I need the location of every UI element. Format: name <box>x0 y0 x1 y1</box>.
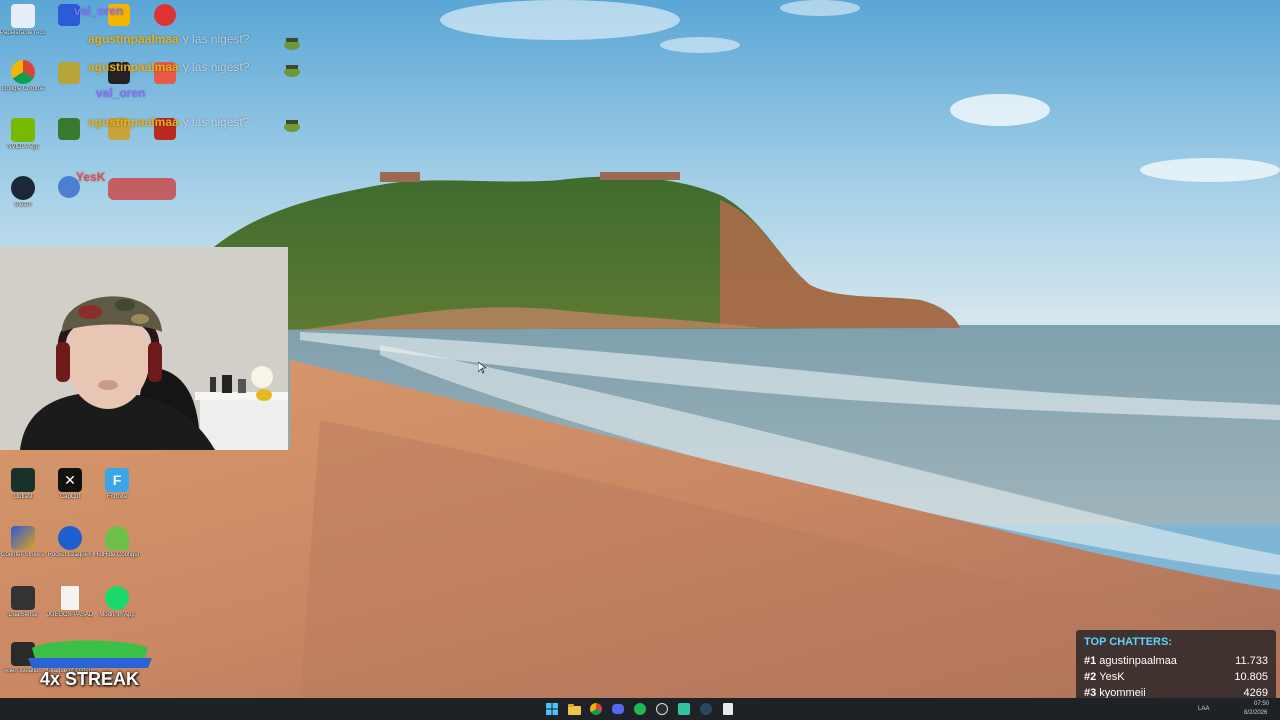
top-chatter-row: #1 agustinpaalmaa 11.733 <box>1084 655 1268 669</box>
chat-text: y las nigest? <box>182 60 250 74</box>
recycle-bin-icon <box>11 4 35 28</box>
chatter-name: agustinpaalmaa <box>1099 655 1177 667</box>
chatter-count: 11.733 <box>1235 655 1268 667</box>
fortnite-icon: F <box>105 468 129 492</box>
chat-floating-username: val_oren <box>96 86 146 100</box>
app-icon[interactable] <box>58 62 80 84</box>
chat-text: y las nigest? <box>182 32 250 46</box>
chat-username: agustinpaalmaa <box>88 32 179 46</box>
desktop-icon-outlast[interactable]: Outlast <box>0 468 46 501</box>
capcut-icon: ✕ <box>58 468 82 492</box>
discord-icon[interactable] <box>610 701 626 717</box>
tray-date[interactable]: 8/2/2026 <box>1244 710 1267 716</box>
file-explorer-icon[interactable] <box>566 701 582 717</box>
chat-message: agustinpaalmaa y las nigest? <box>88 115 249 129</box>
steam-icon <box>11 176 35 200</box>
desktop-icon-capcut[interactable]: ✕ CapCut <box>47 468 93 501</box>
desktop-icon-nvidia[interactable]: NVIDIA App <box>0 118 46 151</box>
app-icon[interactable] <box>154 4 176 26</box>
desktop-icon-steam[interactable]: Steam <box>0 176 46 209</box>
chat-floating-username: YesK <box>76 170 106 184</box>
spotify-icon[interactable] <box>632 701 648 717</box>
chat-username: agustinpaalmaa <box>88 60 179 74</box>
streak-label: 4x STREAK <box>40 669 140 689</box>
steam-icon[interactable] <box>698 701 714 717</box>
notepad-icon[interactable] <box>720 701 736 717</box>
nvidia-icon <box>11 118 35 142</box>
chat-text: y las nigest? <box>182 115 250 129</box>
chat-message: agustinpaalmaa y las nigest? <box>88 60 249 74</box>
desktop-icon-dualsense[interactable]: DualSense <box>0 586 46 619</box>
chatter-rank: #1 <box>1084 655 1097 667</box>
chat-floating-username: val_oren <box>74 4 124 18</box>
chat-username: agustinpaalmaa <box>88 115 179 129</box>
app-icon[interactable] <box>58 118 80 140</box>
top-chatters-title: TOP CHATTERS: <box>1084 636 1173 648</box>
chrome-icon <box>11 60 35 84</box>
app-icon[interactable] <box>108 178 176 200</box>
desktop-icon-counter-strike[interactable]: Counter-Strike 2 <box>0 526 46 559</box>
webcam-feed <box>0 247 288 450</box>
desktop-icon-hidhide[interactable]: HidHide Configurati... <box>94 526 140 559</box>
outlast-icon <box>11 468 35 492</box>
streamlabs-icon[interactable] <box>676 701 692 717</box>
hidhide-icon <box>105 526 129 550</box>
frog-emote-icon <box>282 63 302 77</box>
desktop-icon-modrinth[interactable]: Modrinth App <box>94 586 140 619</box>
top-chatter-row: #2 YesK 10.805 <box>1084 671 1268 685</box>
chatter-name: YesK <box>1099 671 1125 683</box>
chatter-rank: #2 <box>1084 671 1097 683</box>
chrome-icon[interactable] <box>588 701 604 717</box>
taskbar: LAA 07:50 8/2/2026 <box>0 698 1280 720</box>
tray-language[interactable]: LAA <box>1198 706 1209 712</box>
dualsense-icon <box>11 586 35 610</box>
chatter-count: 10.805 <box>1234 671 1268 683</box>
desktop-icon-juegos-document[interactable]: JUEGOS PASADOS E... <box>47 586 93 619</box>
desktop-icon-fortnite[interactable]: F Fortnite <box>94 468 140 501</box>
frog-emote-icon <box>282 118 302 132</box>
windows-start-icon[interactable] <box>544 701 560 717</box>
top-chatters-widget: TOP CHATTERS: #1 agustinpaalmaa 11.733 #2… <box>1076 630 1276 708</box>
desktop-icon-rocket-league[interactable]: Rocket League® <box>47 526 93 559</box>
desktop-icon-recycle-bin[interactable]: Papelera de reciclaje <box>0 4 46 37</box>
modrinth-icon <box>105 586 129 610</box>
counter-strike-icon <box>11 526 35 550</box>
obs-icon[interactable] <box>654 701 670 717</box>
mouse-cursor-icon <box>478 362 486 374</box>
streamer-camera-image <box>0 247 288 450</box>
document-icon <box>61 586 79 610</box>
desktop-icon-chrome[interactable]: Google Chrome <box>0 60 46 93</box>
tray-clock[interactable]: 07:50 <box>1254 701 1269 707</box>
rocket-league-icon <box>58 526 82 550</box>
frog-emote-icon <box>282 36 302 50</box>
chat-message: agustinpaalmaa y las nigest? <box>88 32 249 46</box>
streak-badge-graphic <box>28 640 152 668</box>
